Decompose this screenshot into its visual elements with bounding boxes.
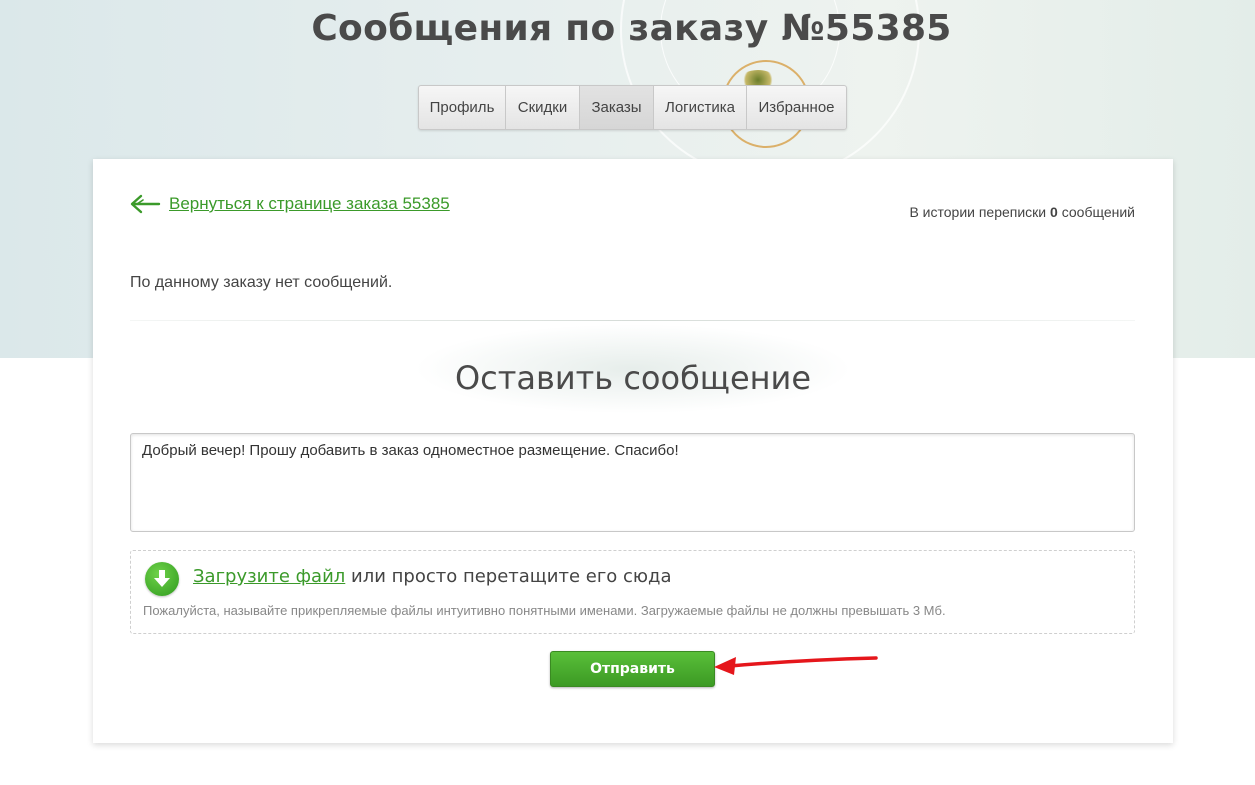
tab-logistics[interactable]: Логистика <box>654 86 747 129</box>
tab-profile[interactable]: Профиль <box>419 86 506 129</box>
history-number: 0 <box>1050 204 1058 220</box>
section-title: Оставить сообщение <box>454 359 812 397</box>
annotation-arrow-icon <box>714 656 878 675</box>
back-arrow-icon <box>130 194 161 214</box>
upload-instruction: Загрузите файл или просто перетащите его… <box>193 566 672 587</box>
download-arrow-icon[interactable] <box>145 562 179 596</box>
history-suffix: сообщений <box>1061 204 1135 220</box>
history-prefix: В истории переписки <box>909 204 1047 220</box>
tab-favorites[interactable]: Избранное <box>747 86 846 129</box>
page-title: Сообщения по заказу №55385 <box>311 8 952 49</box>
send-button[interactable]: Отправить <box>550 651 715 687</box>
messages-card: Вернуться к странице заказа 55385 В исто… <box>93 159 1173 743</box>
tab-orders[interactable]: Заказы <box>580 86 654 129</box>
back-link-label[interactable]: Вернуться к странице заказа 55385 <box>169 194 450 214</box>
upload-hint: Пожалуйста, называйте прикрепляемые файл… <box>143 603 946 618</box>
history-count: В истории переписки 0 сообщений <box>909 204 1135 220</box>
account-tabs: Профиль Скидки Заказы Логистика Избранно… <box>418 85 847 130</box>
upload-file-link[interactable]: Загрузите файл <box>193 566 345 587</box>
no-messages-text: По данному заказу нет сообщений. <box>130 274 393 291</box>
divider <box>130 320 1135 321</box>
tab-discounts[interactable]: Скидки <box>506 86 580 129</box>
message-textarea[interactable] <box>130 433 1135 532</box>
upload-drag-text: или просто перетащите его сюда <box>345 566 672 587</box>
file-upload-zone[interactable]: Загрузите файл или просто перетащите его… <box>130 550 1135 634</box>
back-to-order-link[interactable]: Вернуться к странице заказа 55385 <box>129 193 450 215</box>
